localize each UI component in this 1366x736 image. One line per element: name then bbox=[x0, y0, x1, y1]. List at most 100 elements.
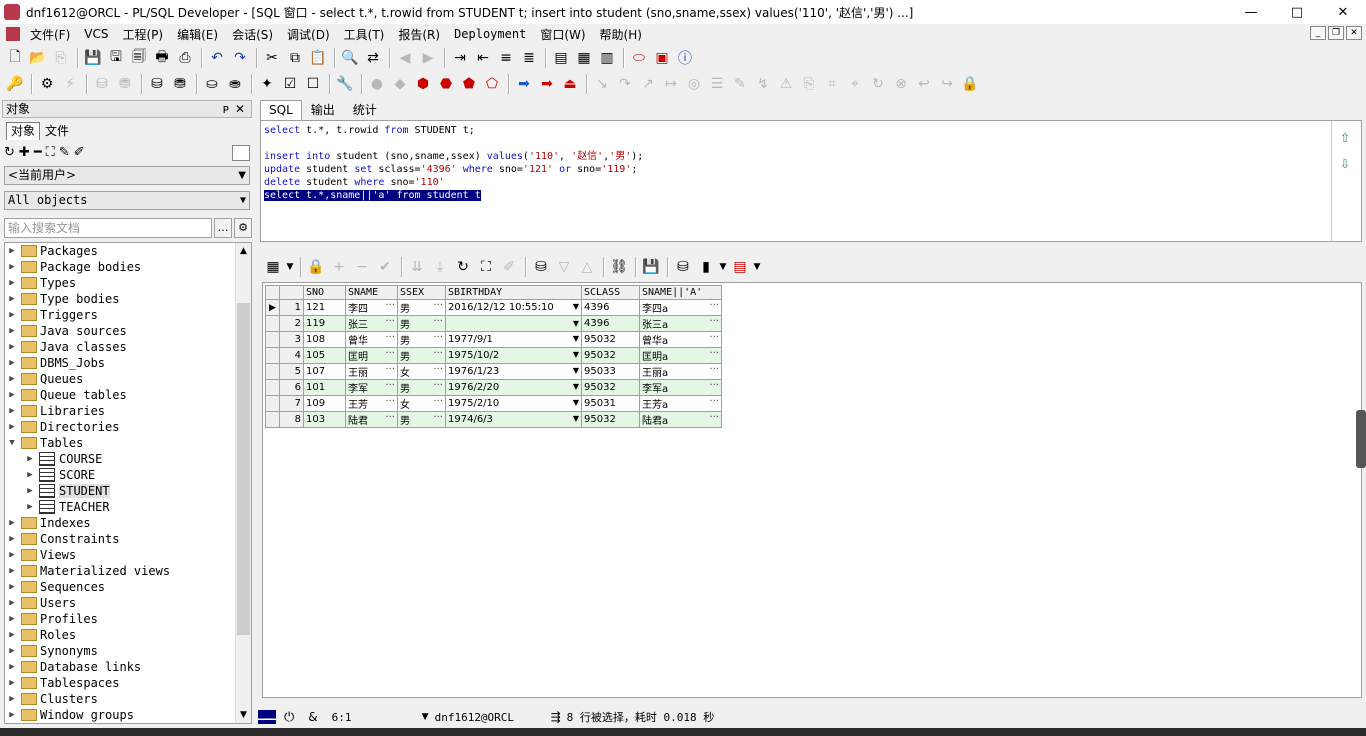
table-row[interactable]: 4 105 匡明 ··· 男 ··· 1975/10/2 ▼ 95032 匡明a ··· bbox=[265, 347, 722, 364]
chevron-down-icon[interactable]: ▼ bbox=[573, 398, 579, 407]
table-cell[interactable]: 1976/2/20 ▼ bbox=[445, 379, 582, 396]
add-icon[interactable]: ✚ bbox=[19, 145, 30, 160]
col-header[interactable]: SSEX bbox=[397, 285, 446, 300]
find-grid-icon[interactable]: ⛶ bbox=[475, 256, 497, 278]
table-cell[interactable]: 109 bbox=[303, 395, 346, 412]
table-cell[interactable]: 女 ··· bbox=[397, 395, 446, 412]
info-icon[interactable]: ⓘ bbox=[674, 47, 696, 69]
row-marker[interactable] bbox=[265, 331, 280, 348]
mdi-restore-button[interactable]: ❐ bbox=[1328, 26, 1344, 40]
debug-step-out-icon[interactable]: ⬠ bbox=[481, 73, 503, 95]
chevron-right-icon[interactable]: ▶ bbox=[7, 422, 17, 432]
table-cell[interactable]: 1976/1/23 ▼ bbox=[445, 363, 582, 380]
search-options-icon[interactable]: ⚙ bbox=[234, 218, 252, 238]
refresh-grid-icon[interactable]: ↻ bbox=[452, 256, 474, 278]
chevron-right-icon[interactable]: ▶ bbox=[7, 358, 17, 368]
table-cell[interactable]: 李军a ··· bbox=[639, 379, 722, 396]
table-cell[interactable]: 曾华a ··· bbox=[639, 331, 722, 348]
chevron-right-icon[interactable]: ▶ bbox=[7, 614, 17, 624]
stop-arrow-icon[interactable]: ⏏ bbox=[559, 73, 581, 95]
col-header[interactable]: SNAME||'A' bbox=[639, 285, 722, 300]
ellipsis-icon[interactable]: ··· bbox=[433, 300, 443, 311]
tile-icon[interactable]: ▦ bbox=[573, 47, 595, 69]
tree-item[interactable]: ▶ DBMS_Jobs bbox=[7, 355, 105, 371]
ellipsis-icon[interactable]: ··· bbox=[709, 300, 719, 311]
chevron-down-icon[interactable]: ▼ bbox=[718, 256, 728, 278]
ellipsis-icon[interactable]: ··· bbox=[709, 348, 719, 359]
table-row[interactable]: ▶ 1 121 李四 ··· 男 ··· 2016/12/12 10:55:10 ▼ 4396 李四… bbox=[265, 299, 722, 316]
table-cell[interactable]: 陆君a ··· bbox=[639, 411, 722, 428]
run-to-icon[interactable]: ↦ bbox=[660, 73, 682, 95]
tree-item[interactable]: ▶ Materialized views bbox=[7, 563, 170, 579]
row-marker[interactable] bbox=[265, 411, 280, 428]
lock-icon[interactable]: 🔒 bbox=[959, 73, 981, 95]
beautify-icon[interactable]: ✦ bbox=[256, 73, 278, 95]
ellipsis-icon[interactable]: ··· bbox=[385, 396, 395, 407]
panel-option-box[interactable] bbox=[232, 145, 250, 161]
undo-icon[interactable]: ↶ bbox=[206, 47, 228, 69]
sql-editor[interactable]: ⇧ ⇩ select t.*, t.rowid from STUDENT t; i… bbox=[260, 120, 1362, 242]
tree-item[interactable]: ▶ Java classes bbox=[7, 339, 126, 355]
save-all-icon[interactable]: ⎘ bbox=[50, 47, 72, 69]
ellipsis-icon[interactable]: ··· bbox=[433, 364, 443, 375]
menu-project[interactable]: 工程(P) bbox=[116, 26, 171, 43]
comment-icon[interactable]: ≡ bbox=[495, 47, 517, 69]
table-row[interactable]: 7 109 王芳 ··· 女 ··· 1975/2/10 ▼ 95031 王芳a ··· bbox=[265, 395, 722, 412]
table-row[interactable]: 2 119 张三 ··· 男 ··· ▼ 4396 张三a ··· bbox=[265, 315, 722, 332]
chevron-down-icon[interactable]: ▼ bbox=[573, 319, 579, 328]
table-cell[interactable]: 108 bbox=[303, 331, 346, 348]
tree-item[interactable]: ▶ Views bbox=[7, 547, 76, 563]
mdi-close-button[interactable]: ✕ bbox=[1346, 26, 1362, 40]
tree-item[interactable]: ▶ Constraints bbox=[7, 531, 119, 547]
chevron-right-icon[interactable]: ▶ bbox=[7, 326, 17, 336]
menu-tools[interactable]: 工具(T) bbox=[337, 26, 392, 43]
table-cell[interactable]: 曾华 ··· bbox=[345, 331, 398, 348]
report-icon[interactable]: ☐ bbox=[302, 73, 324, 95]
row-marker[interactable] bbox=[265, 395, 280, 412]
table-cell[interactable]: 4396 bbox=[581, 299, 640, 316]
ellipsis-icon[interactable]: ··· bbox=[709, 412, 719, 423]
table-cell[interactable]: 王丽a ··· bbox=[639, 363, 722, 380]
tree-item[interactable]: ▶ Package bodies bbox=[7, 259, 141, 275]
breakpoint-icon[interactable]: ● bbox=[366, 73, 388, 95]
chevron-right-icon[interactable]: ▶ bbox=[7, 390, 17, 400]
chevron-down-icon[interactable]: ▼ bbox=[573, 366, 579, 375]
tree-item[interactable]: ▶ TEACHER bbox=[25, 499, 110, 515]
watch-icon[interactable]: ◎ bbox=[683, 73, 705, 95]
delete-record-icon[interactable]: − bbox=[351, 256, 373, 278]
table-cell[interactable]: 121 bbox=[303, 299, 346, 316]
table-cell[interactable]: 男 ··· bbox=[397, 331, 446, 348]
back-icon[interactable]: ◀ bbox=[394, 47, 416, 69]
col-header[interactable]: SNAME bbox=[345, 285, 398, 300]
previous-statement-icon[interactable]: ⇧ bbox=[1340, 131, 1350, 145]
redo-icon[interactable]: ↷ bbox=[229, 47, 251, 69]
scroll-thumb[interactable] bbox=[237, 303, 250, 635]
sql-window-icon[interactable] bbox=[6, 27, 20, 41]
ellipsis-icon[interactable]: ··· bbox=[433, 316, 443, 327]
chevron-right-icon[interactable]: ▶ bbox=[7, 262, 17, 272]
table-cell[interactable]: 95032 bbox=[581, 347, 640, 364]
sql-line[interactable]: select t.*, t.rowid from STUDENT t; bbox=[264, 124, 475, 137]
table-cell[interactable]: 匡明 ··· bbox=[345, 347, 398, 364]
open-icon[interactable]: 📂 bbox=[27, 47, 49, 69]
col-header[interactable]: SNO bbox=[303, 285, 346, 300]
tree-scrollbar[interactable]: ▲ ▼ bbox=[235, 243, 251, 723]
chevron-right-icon[interactable]: ▶ bbox=[7, 598, 17, 608]
table-cell[interactable]: 男 ··· bbox=[397, 379, 446, 396]
save-icon[interactable]: 💾 bbox=[82, 47, 104, 69]
panel-close-icon[interactable]: ✕ bbox=[235, 101, 245, 117]
menu-debug[interactable]: 调试(D) bbox=[280, 26, 337, 43]
oracle-icon[interactable]: ⬭ bbox=[628, 47, 650, 69]
tree-item[interactable]: ▶ Roles bbox=[7, 627, 76, 643]
ellipsis-icon[interactable]: ··· bbox=[385, 364, 395, 375]
close-button[interactable]: ✕ bbox=[1320, 0, 1366, 24]
copy-window-icon[interactable]: 🗐 bbox=[128, 47, 150, 69]
scroll-down-icon[interactable]: ▼ bbox=[236, 707, 251, 723]
sort-asc-icon[interactable]: △ bbox=[576, 256, 598, 278]
search-input[interactable]: 输入搜索文档 bbox=[4, 218, 212, 238]
tree-item[interactable]: ▶ Indexes bbox=[7, 515, 90, 531]
export-icon[interactable]: ⛁ bbox=[672, 256, 694, 278]
search-more-button[interactable]: … bbox=[214, 218, 232, 238]
menu-deployment[interactable]: Deployment bbox=[447, 27, 533, 41]
cut-icon[interactable]: ✂ bbox=[261, 47, 283, 69]
